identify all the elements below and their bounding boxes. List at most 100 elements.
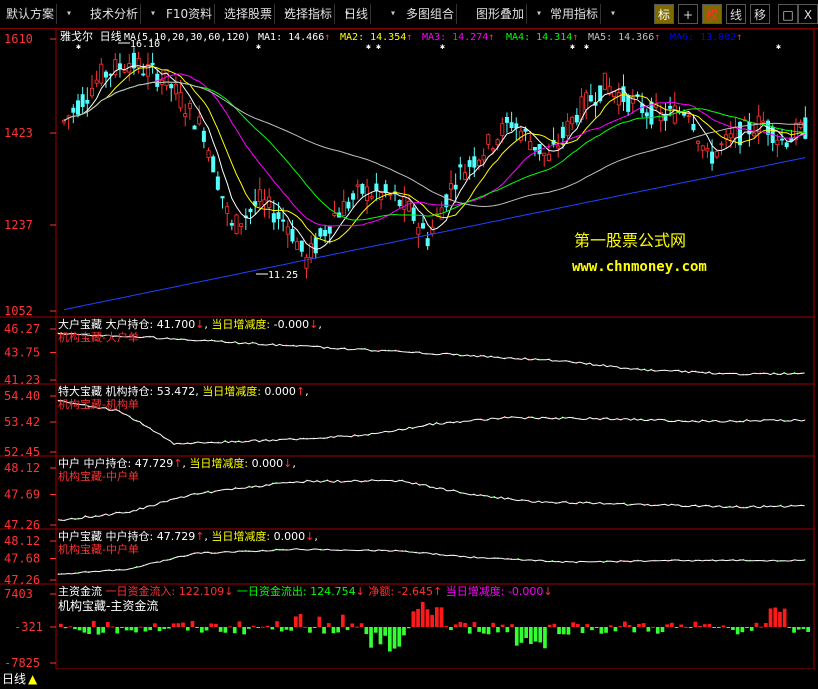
candle-body — [122, 69, 127, 73]
candle-body — [616, 92, 621, 106]
flow-bar — [778, 611, 782, 627]
flow-bar — [209, 623, 214, 627]
rights-button[interactable]: 权 — [702, 4, 722, 24]
flow-bar — [740, 627, 745, 633]
candle-body — [714, 151, 719, 158]
flow-bar — [256, 627, 261, 629]
y-tick-label: 41.23 — [4, 373, 40, 387]
flow-bar — [129, 627, 134, 631]
crosshair-button[interactable]: + — [678, 4, 698, 24]
chevron-down-icon[interactable]: ▾ — [390, 4, 396, 24]
flow-bar — [439, 607, 444, 627]
flow-bar — [110, 626, 115, 628]
indicator-dots — [60, 478, 802, 522]
flow-bar — [482, 627, 486, 634]
candle-body — [141, 73, 146, 76]
flow-subtitle: 机构宝藏-主资金流 — [58, 598, 158, 613]
chevron-down-icon[interactable]: ▾ — [610, 4, 616, 24]
flow-bar — [496, 627, 500, 633]
candle-body — [481, 154, 486, 161]
select-indicator-button[interactable]: 选择指标 — [282, 4, 336, 24]
flow-bar — [355, 626, 359, 628]
flow-bar — [237, 621, 242, 627]
flow-bar — [279, 627, 284, 632]
default-scheme-button[interactable]: 默认方案 — [4, 4, 58, 24]
flow-bar — [195, 627, 199, 628]
chevron-down-icon[interactable]: ▾ — [66, 4, 72, 24]
panel-subtitle: 机构宝藏-中户单 — [58, 469, 139, 483]
chevron-down-icon[interactable]: ▾ — [536, 4, 542, 24]
overlay-button[interactable]: 图形叠加 — [474, 4, 528, 24]
multi-chart-button[interactable]: 多图组合 — [404, 4, 458, 24]
flow-bar — [670, 622, 674, 627]
indicator-line — [57, 332, 805, 376]
candle-body — [453, 184, 458, 190]
flow-bar — [585, 624, 590, 627]
candle-body — [504, 117, 509, 123]
candle-body — [570, 116, 575, 125]
ma-line-6 — [63, 157, 806, 311]
flow-bar — [200, 627, 204, 633]
flow-bar — [684, 626, 688, 628]
candle-body — [341, 201, 346, 216]
candle-body — [201, 130, 206, 142]
flow-bar — [96, 627, 101, 635]
move-button[interactable]: 移 — [750, 4, 770, 24]
restore-button[interactable]: □ — [778, 4, 798, 24]
flow-bar — [641, 623, 646, 627]
candle-body — [644, 112, 649, 117]
y-tick-label: 1052 — [4, 304, 33, 318]
candle-body — [197, 116, 202, 125]
flow-bar — [632, 627, 637, 633]
flow-bar — [651, 626, 655, 628]
flow-bar — [538, 627, 543, 643]
chevron-down-icon[interactable]: ▾ — [150, 4, 156, 24]
candle-body — [668, 105, 673, 109]
flow-bar — [712, 627, 716, 628]
indicator-line — [57, 548, 805, 575]
close-button[interactable]: X — [798, 4, 818, 24]
flow-bar — [514, 627, 519, 646]
flow-bar — [303, 626, 308, 628]
flow-bar — [510, 624, 514, 627]
flow-bar — [604, 627, 608, 633]
low-price-mark: 11.25 — [268, 270, 298, 281]
candle-body — [472, 156, 477, 168]
chart-area[interactable]: 雅戈尔 日线 MA(5,10,20,30,60,120) MA1: 14.466↑ M… — [0, 29, 818, 669]
mark-button[interactable]: 标 — [654, 4, 674, 24]
flow-bar — [806, 627, 810, 632]
panel-subtitle: 机构宝藏-机构单 — [58, 397, 139, 411]
flow-bar — [702, 624, 707, 627]
common-indicator-button[interactable]: 常用指标 — [548, 4, 602, 24]
ma-label-1: MA1: 14.466↑ — [258, 32, 330, 43]
tech-analysis-button[interactable]: 技术分析 — [88, 4, 142, 24]
candle-body — [220, 196, 225, 199]
flow-bar — [637, 624, 641, 627]
period-button[interactable]: 日线 — [342, 4, 372, 24]
candle-body — [542, 152, 547, 156]
flow-bar — [557, 627, 561, 635]
flow-bar — [519, 627, 524, 643]
line-button[interactable]: 线 — [726, 4, 746, 24]
flow-bar — [284, 627, 289, 630]
flow-bar — [350, 623, 355, 627]
candle-body — [602, 72, 607, 90]
flow-bar — [792, 627, 796, 633]
flow-bar — [77, 627, 82, 631]
flow-bar — [580, 627, 585, 634]
flow-bar — [317, 616, 322, 627]
candle-body — [89, 87, 94, 97]
flow-bar — [472, 622, 477, 627]
flow-bar — [764, 623, 768, 627]
flow-bar — [68, 626, 73, 628]
f10-info-button[interactable]: F10资料 — [164, 4, 216, 24]
candle-body — [500, 123, 505, 136]
panel-header: 中户 中户持仓: 47.729↑, 当日增减度: 0.000↓, — [58, 456, 296, 470]
flow-bar — [134, 627, 138, 633]
flow-bar — [298, 614, 303, 627]
select-stock-button[interactable]: 选择股票 — [222, 4, 276, 24]
candle-body — [299, 240, 304, 252]
y-tick-label: 46.27 — [4, 322, 40, 336]
flow-bar — [425, 609, 430, 627]
period-tab-daily[interactable]: 日线 ▲ — [0, 669, 58, 689]
